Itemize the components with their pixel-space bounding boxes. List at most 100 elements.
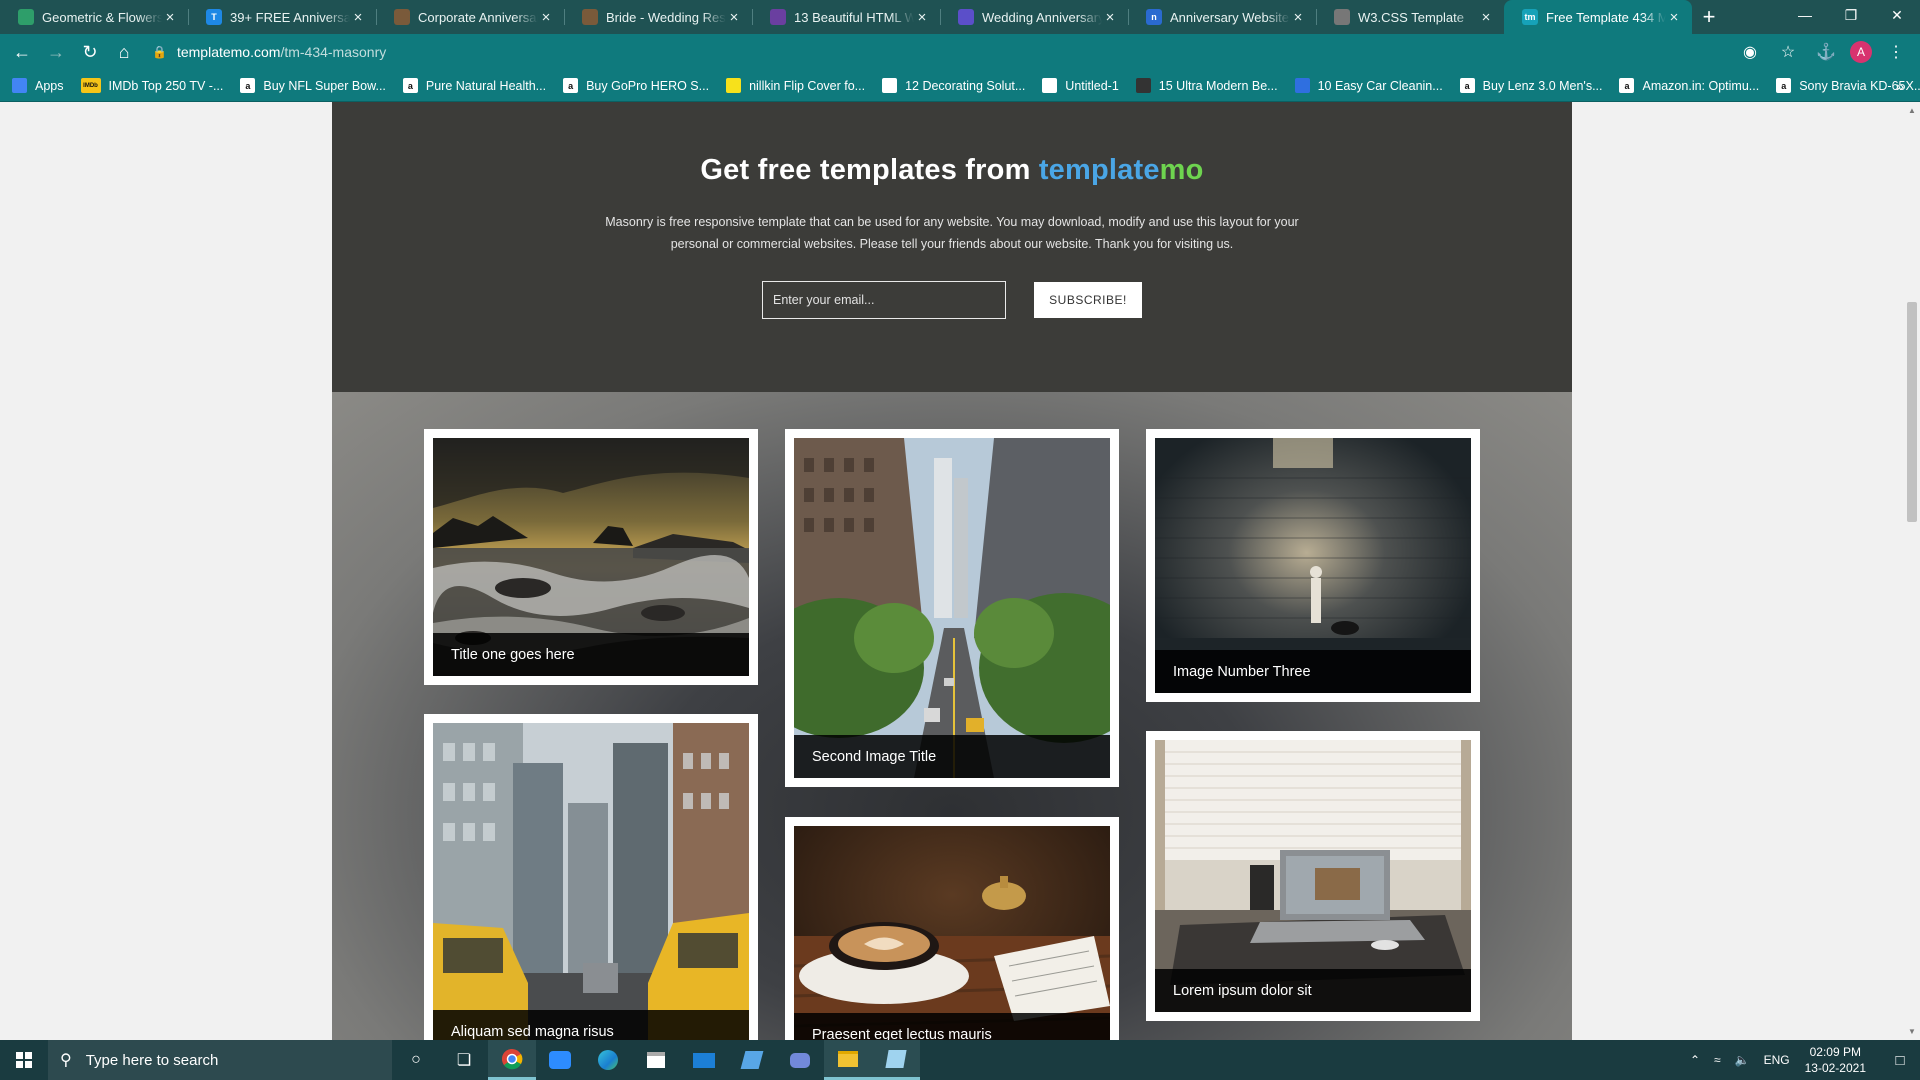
close-window-icon[interactable]: ✕: [1874, 0, 1920, 30]
tab-close-icon[interactable]: ×: [1478, 9, 1494, 26]
language-indicator[interactable]: ENG: [1764, 1053, 1790, 1067]
restore-icon[interactable]: ❐: [1828, 0, 1874, 30]
bookmark-item[interactable]: a Buy Lenz 3.0 Men's...: [1459, 78, 1602, 93]
tab-active[interactable]: tm Free Template 434 Mas×: [1504, 0, 1692, 34]
bookmark-item[interactable]: a Buy NFL Super Bow...: [240, 78, 386, 93]
scroll-thumb[interactable]: [1907, 302, 1917, 522]
volume-icon[interactable]: 🔈: [1735, 1053, 1750, 1067]
subscribe-form: SUBSCRIBE!: [332, 281, 1572, 319]
mail-icon[interactable]: [680, 1040, 728, 1080]
bookmark-favicon-icon: a: [402, 78, 418, 93]
city-street-image: Second Image Title: [794, 438, 1110, 778]
home-icon[interactable]: ⌂: [108, 38, 140, 66]
menu-kebab-icon[interactable]: ⋮: [1882, 38, 1910, 66]
gallery-card[interactable]: Praesent eget lectus mauris: [785, 817, 1119, 1040]
bookmark-favicon-icon: a: [240, 78, 256, 93]
gallery-card[interactable]: Title one goes here: [424, 429, 758, 685]
taskbar-search[interactable]: ⚲ Type here to search: [48, 1040, 392, 1080]
seascape-image: Title one goes here: [433, 438, 749, 676]
tab[interactable]: Bride - Wedding Respo×: [564, 0, 752, 34]
store-icon[interactable]: [632, 1040, 680, 1080]
tab-title: Bride - Wedding Respo: [606, 9, 726, 25]
eye-off-icon[interactable]: ◉: [1736, 38, 1764, 66]
new-tab-button[interactable]: +: [1692, 0, 1726, 34]
chevron-up-icon[interactable]: ⌃: [1690, 1053, 1700, 1067]
tab[interactable]: W3.CSS Template ×: [1316, 0, 1504, 34]
extensions-icon[interactable]: ⚓: [1812, 38, 1840, 66]
tab-close-icon[interactable]: ×: [162, 9, 178, 26]
bookmark-item[interactable]: 12 Decorating Solut...: [882, 78, 1025, 93]
url-host: templatemo.com: [176, 44, 281, 60]
wifi-icon[interactable]: ≈: [1714, 1053, 1721, 1067]
clock-date: 13-02-2021: [1804, 1061, 1866, 1075]
tab[interactable]: T 39+ FREE Anniversary I×: [188, 0, 376, 34]
windows-start-icon[interactable]: [0, 1040, 48, 1080]
tab-close-icon[interactable]: ×: [1102, 9, 1118, 26]
minimize-icon[interactable]: —: [1782, 0, 1828, 30]
bookmark-favicon-icon: a: [1619, 78, 1635, 93]
tab-favicon-icon: [18, 9, 34, 25]
star-icon[interactable]: ☆: [1774, 38, 1802, 66]
bookmark-item[interactable]: 15 Ultra Modern Be...: [1135, 78, 1278, 93]
tab[interactable]: Geometric & Flowers - ×: [0, 0, 188, 34]
bookmark-label: 12 Decorating Solut...: [905, 78, 1026, 93]
reload-icon[interactable]: ↻: [74, 38, 106, 66]
tab-close-icon[interactable]: ×: [1666, 9, 1682, 26]
tab-favicon-icon: [958, 9, 974, 25]
window-controls: — ❐ ✕: [1782, 0, 1920, 30]
tab-close-icon[interactable]: ×: [538, 9, 554, 26]
gallery-card[interactable]: Second Image Title: [785, 429, 1119, 787]
email-input[interactable]: [762, 281, 1006, 319]
forward-arrow-icon[interactable]: →: [40, 38, 72, 66]
bookmark-item[interactable]: a Buy GoPro HERO S...: [563, 78, 709, 93]
tab-close-icon[interactable]: ×: [350, 9, 366, 26]
zoom-icon[interactable]: [536, 1040, 584, 1080]
bookmarks-overflow-icon[interactable]: »: [1896, 78, 1904, 94]
notepad-icon[interactable]: [872, 1040, 920, 1080]
app-icon[interactable]: [728, 1040, 776, 1080]
chrome-icon[interactable]: [488, 1040, 536, 1080]
bookmark-item[interactable]: a Amazon.in: Optimu...: [1619, 78, 1759, 93]
address-bar[interactable]: 🔒 templatemo.com/tm-434-masonry: [140, 38, 1780, 66]
bookmark-item[interactable]: 10 Easy Car Cleanin...: [1294, 78, 1443, 93]
tab-close-icon[interactable]: ×: [914, 9, 930, 26]
profile-avatar[interactable]: A: [1850, 41, 1872, 63]
bookmark-item[interactable]: Untitled-1: [1042, 78, 1119, 93]
system-tray: ⌃ ≈ 🔈 ENG 02:09 PM 13-02-2021 □: [1683, 1040, 1920, 1080]
bookmark-item[interactable]: nillkin Flip Cover fo...: [726, 78, 865, 93]
browser-toolbar: ← → ↻ ⌂ 🔒 templatemo.com/tm-434-masonry …: [0, 34, 1920, 70]
tab[interactable]: Wedding Anniversary V×: [940, 0, 1128, 34]
tab[interactable]: Corporate Anniversary ×: [376, 0, 564, 34]
notifications-icon[interactable]: □: [1880, 1040, 1920, 1080]
task-view-icon[interactable]: ❏: [440, 1040, 488, 1080]
gallery-card[interactable]: Lorem ipsum dolor sit: [1146, 731, 1480, 1021]
tab[interactable]: n Anniversary Website Te×: [1128, 0, 1316, 34]
bookmark-item[interactable]: IMDb IMDb Top 250 TV -...: [80, 78, 223, 93]
scroll-up-icon[interactable]: ▲: [1908, 106, 1916, 115]
subscribe-button[interactable]: SUBSCRIBE!: [1034, 282, 1142, 318]
bookmark-favicon-icon: a: [1459, 78, 1475, 93]
bookmark-label: Amazon.in: Optimu...: [1642, 78, 1760, 93]
bookmark-item[interactable]: a Pure Natural Health...: [402, 78, 546, 93]
tab-close-icon[interactable]: ×: [726, 9, 742, 26]
tab[interactable]: 13 Beautiful HTML Wed×: [752, 0, 940, 34]
bookmark-label: 10 Easy Car Cleanin...: [1317, 78, 1443, 93]
cortana-icon[interactable]: ○: [392, 1040, 440, 1080]
file-explorer-icon[interactable]: [824, 1040, 872, 1080]
card-caption: Second Image Title: [794, 735, 1110, 778]
subscribe-section: Get free templates from templatemo Mason…: [332, 102, 1572, 392]
scroll-down-icon[interactable]: ▼: [1908, 1027, 1916, 1036]
gallery-card[interactable]: Aliquam sed magna risus: [424, 714, 758, 1040]
lock-icon[interactable]: 🔒: [152, 45, 167, 59]
edge-icon[interactable]: [584, 1040, 632, 1080]
page-scrollbar[interactable]: ▲ ▼: [1904, 102, 1920, 1040]
gallery-card[interactable]: Image Number Three: [1146, 429, 1480, 702]
tab-close-icon[interactable]: ×: [1290, 9, 1306, 26]
brand-template[interactable]: template: [1039, 154, 1160, 186]
brand-mo[interactable]: mo: [1160, 154, 1204, 186]
bookmark-item[interactable]: Apps: [12, 78, 64, 93]
coffee-image: Praesent eget lectus mauris: [794, 826, 1110, 1040]
discord-icon[interactable]: [776, 1040, 824, 1080]
clock[interactable]: 02:09 PM 13-02-2021: [1805, 1044, 1866, 1076]
back-arrow-icon[interactable]: ←: [6, 38, 38, 66]
